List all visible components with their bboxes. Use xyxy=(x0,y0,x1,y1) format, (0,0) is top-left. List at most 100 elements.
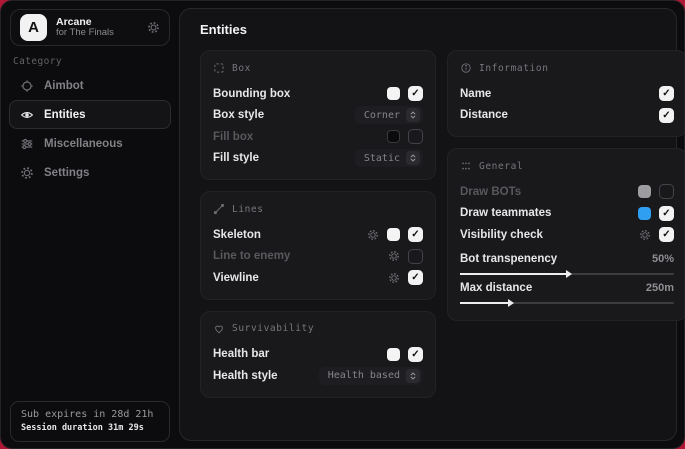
setting-label: Line to enemy xyxy=(213,250,290,262)
brand-subtitle: for The Finals xyxy=(56,28,138,39)
color-swatch[interactable] xyxy=(387,130,400,143)
sidebar-item-label: Miscellaneous xyxy=(44,138,123,150)
brand-card: A Arcane for The Finals xyxy=(10,9,170,46)
grid-dots-icon xyxy=(460,160,472,172)
survivability-card: Survivability Health bar Health style He… xyxy=(200,311,436,398)
unfold-icon xyxy=(406,151,420,165)
setting-row-visibility-check: Visibility check xyxy=(460,224,674,246)
checkbox[interactable] xyxy=(659,86,674,101)
info-icon xyxy=(460,62,472,74)
session-duration-text: Session duration 31m 29s xyxy=(21,423,159,433)
box-style-select[interactable]: Corner xyxy=(355,106,423,124)
sub-expiry-text: Sub expires in 28d 21h xyxy=(21,409,159,420)
information-card: Information Name Distance xyxy=(447,50,685,137)
checkbox[interactable] xyxy=(408,270,423,285)
checkbox[interactable] xyxy=(659,227,674,242)
checkbox[interactable] xyxy=(408,347,423,362)
sidebar: A Arcane for The Finals Category Aimbot xyxy=(1,1,179,448)
checkbox[interactable] xyxy=(408,249,423,264)
entities-icon xyxy=(20,108,34,122)
setting-row-fill-box: Fill box xyxy=(213,126,423,148)
line-icon xyxy=(213,203,225,215)
subscription-info: Sub expires in 28d 21h Session duration … xyxy=(10,401,170,442)
general-card: General Draw BOTs Draw teammates xyxy=(447,148,685,321)
card-title: General xyxy=(479,161,523,172)
box-icon xyxy=(213,62,225,74)
setting-label: Fill style xyxy=(213,152,259,164)
checkbox[interactable] xyxy=(408,227,423,242)
setting-label: Bounding box xyxy=(213,88,290,100)
setting-row-box-style: Box style Corner xyxy=(213,105,423,127)
setting-label: Bot transpenency xyxy=(460,253,557,265)
setting-row-health-bar: Health bar xyxy=(213,344,423,366)
sidebar-item-aimbot[interactable]: Aimbot xyxy=(9,71,171,100)
sidebar-item-label: Aimbot xyxy=(44,80,84,92)
setting-row-name: Name xyxy=(460,83,674,105)
fill-style-select[interactable]: Static xyxy=(355,149,423,167)
category-label: Category xyxy=(13,56,62,67)
gear-icon xyxy=(20,166,34,180)
box-card: Box Bounding box Box style Corner xyxy=(200,50,436,180)
checkbox[interactable] xyxy=(659,184,674,199)
card-title: Lines xyxy=(232,204,264,215)
setting-label: Health style xyxy=(213,370,278,382)
setting-label: Distance xyxy=(460,109,508,121)
select-value: Corner xyxy=(364,110,400,121)
card-title: Box xyxy=(232,63,251,74)
page-title: Entities xyxy=(200,22,666,37)
health-style-select[interactable]: Health based xyxy=(319,367,423,385)
setting-row-viewline: Viewline xyxy=(213,267,423,289)
color-swatch[interactable] xyxy=(387,87,400,100)
brand-avatar: A xyxy=(20,14,47,41)
color-swatch[interactable] xyxy=(387,228,400,241)
unfold-icon xyxy=(406,369,420,383)
max-distance-slider-group: Max distance 250m xyxy=(460,282,674,304)
color-swatch[interactable] xyxy=(638,185,651,198)
sliders-icon xyxy=(20,137,34,151)
checkbox[interactable] xyxy=(408,129,423,144)
select-value: Static xyxy=(364,153,400,164)
setting-label: Visibility check xyxy=(460,229,543,241)
slider-value: 50% xyxy=(652,253,674,265)
checkbox[interactable] xyxy=(659,108,674,123)
slider-fill xyxy=(460,302,509,304)
card-title: Information xyxy=(479,63,549,74)
crosshair-icon xyxy=(20,79,34,93)
checkbox[interactable] xyxy=(659,206,674,221)
slider-track[interactable] xyxy=(460,273,674,275)
main-panel: Entities Box Bounding box xyxy=(179,8,677,441)
card-title: Survivability xyxy=(232,323,314,334)
gear-icon[interactable] xyxy=(147,21,160,34)
sidebar-item-settings[interactable]: Settings xyxy=(9,158,171,187)
select-value: Health based xyxy=(328,370,400,381)
color-swatch[interactable] xyxy=(638,207,651,220)
slider-thumb[interactable] xyxy=(508,299,514,307)
sidebar-item-label: Entities xyxy=(44,109,86,121)
setting-label: Max distance xyxy=(460,282,532,294)
setting-label: Viewline xyxy=(213,272,259,284)
heart-icon xyxy=(213,323,225,335)
slider-value: 250m xyxy=(646,282,674,294)
sidebar-item-entities[interactable]: Entities xyxy=(9,100,171,129)
gear-icon[interactable] xyxy=(388,250,400,262)
sidebar-item-label: Settings xyxy=(44,167,89,179)
unfold-icon xyxy=(406,108,420,122)
gear-icon[interactable] xyxy=(367,229,379,241)
lines-card: Lines Skeleton Line to enem xyxy=(200,191,436,300)
checkbox[interactable] xyxy=(408,86,423,101)
slider-track[interactable] xyxy=(460,302,674,304)
slider-fill xyxy=(460,273,567,275)
setting-label: Fill box xyxy=(213,131,253,143)
gear-icon[interactable] xyxy=(388,272,400,284)
setting-row-draw-teammates: Draw teammates xyxy=(460,203,674,225)
setting-row-health-style: Health style Health based xyxy=(213,365,423,387)
slider-thumb[interactable] xyxy=(566,270,572,278)
setting-label: Name xyxy=(460,88,491,100)
color-swatch[interactable] xyxy=(387,348,400,361)
setting-row-bounding-box: Bounding box xyxy=(213,83,423,105)
setting-label: Box style xyxy=(213,109,264,121)
setting-label: Draw BOTs xyxy=(460,186,521,198)
gear-icon[interactable] xyxy=(639,229,651,241)
setting-row-draw-bots: Draw BOTs xyxy=(460,181,674,203)
sidebar-item-miscellaneous[interactable]: Miscellaneous xyxy=(9,129,171,158)
